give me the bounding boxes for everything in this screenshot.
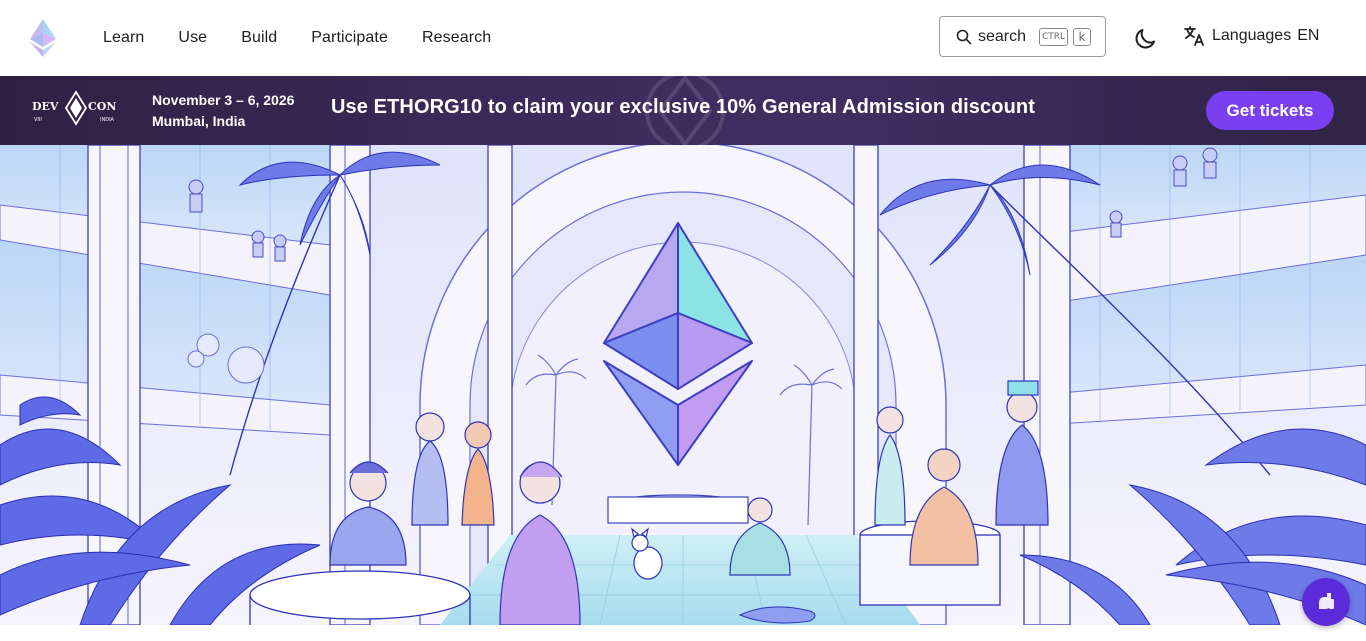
search-label: search (978, 27, 1027, 45)
get-tickets-button[interactable]: Get tickets (1206, 91, 1334, 130)
language-selector[interactable]: Languages EN (1182, 24, 1319, 48)
hero-scene (0, 145, 1366, 625)
svg-text:VIII: VIII (34, 117, 42, 123)
devcon-logo[interactable]: DEV CON VIII INDIA (30, 90, 122, 130)
chat-icon (1319, 593, 1334, 609)
translate-icon (1184, 26, 1204, 46)
svg-text:INDIA: INDIA (100, 117, 115, 123)
nav-use[interactable]: Use (178, 29, 207, 47)
search-shortcut: CTRL k (1038, 27, 1091, 46)
dark-mode-moon-icon[interactable] (1133, 25, 1159, 51)
language-label: Languages (1212, 27, 1292, 44)
svg-text:CON: CON (88, 100, 116, 113)
nav-research[interactable]: Research (422, 29, 491, 47)
event-location: Mumbai, India (152, 113, 246, 129)
devcon-promo-banner: DEV CON VIII INDIA November 3 – 6, 2026 … (0, 76, 1366, 145)
language-code: EN (1297, 27, 1320, 44)
nav-build[interactable]: Build (241, 29, 277, 47)
nav-learn[interactable]: Learn (103, 29, 144, 47)
main-menu: Learn Use Build Participate Research (103, 0, 491, 76)
search-icon (956, 29, 972, 44)
search-button[interactable]: search CTRL k (939, 16, 1106, 57)
svg-text:DEV: DEV (32, 100, 59, 113)
hero-illustration (0, 145, 1366, 625)
nav-participate[interactable]: Participate (311, 29, 388, 47)
k-key: k (1073, 27, 1091, 46)
ethereum-logo-icon[interactable] (28, 18, 58, 58)
promo-text: Use ETHORG10 to claim your exclusive 10%… (331, 96, 1035, 118)
chat-button[interactable] (1302, 578, 1350, 626)
ctrl-key: CTRL (1038, 27, 1068, 46)
top-navigation: Learn Use Build Participate Research sea… (0, 0, 1366, 76)
event-details: November 3 – 6, 2026 Mumbai, India (152, 90, 294, 132)
event-date: November 3 – 6, 2026 (152, 92, 295, 108)
